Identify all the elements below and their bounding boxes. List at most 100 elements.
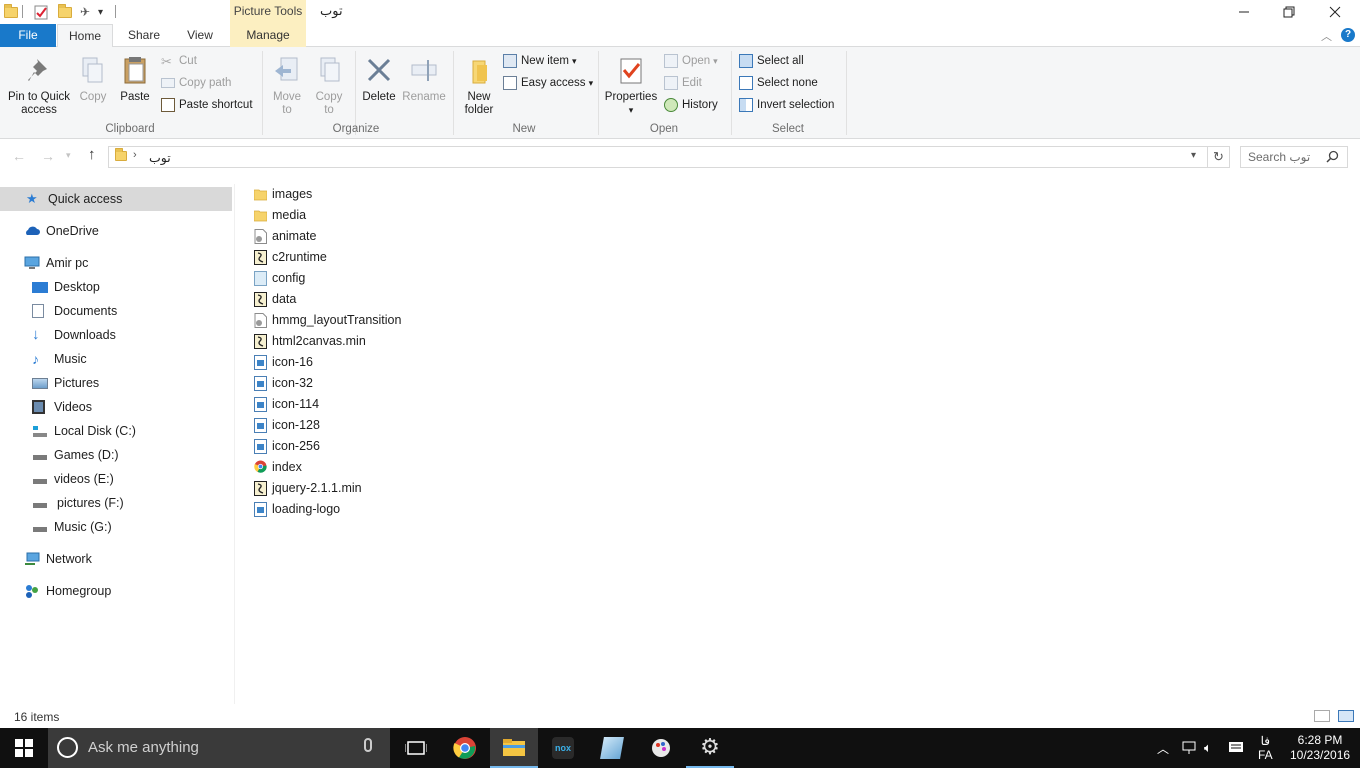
nav-videos[interactable]: Videos bbox=[0, 395, 232, 419]
new-item-button[interactable]: New item ▾ bbox=[503, 51, 576, 71]
nav-homegroup[interactable]: Homegroup bbox=[0, 579, 232, 603]
details-view-icon[interactable] bbox=[1314, 710, 1330, 722]
file-item[interactable]: c2runtime bbox=[254, 247, 327, 267]
minimize-button[interactable] bbox=[1221, 0, 1267, 24]
network-tray-icon[interactable] bbox=[1181, 728, 1197, 768]
breadcrumb-chevron-icon[interactable]: › bbox=[133, 149, 137, 161]
new-folder-quick-icon[interactable] bbox=[58, 3, 72, 20]
paste-button[interactable]: Paste bbox=[118, 55, 152, 104]
microphone-icon[interactable] bbox=[364, 738, 372, 752]
file-item[interactable]: icon-16 bbox=[254, 352, 313, 372]
nav-this-pc[interactable]: Amir pc bbox=[0, 251, 232, 275]
file-item[interactable]: loading-logo bbox=[254, 499, 340, 519]
nav-music-g[interactable]: Music (G:) bbox=[0, 515, 232, 539]
refresh-icon[interactable]: ↻ bbox=[1208, 146, 1230, 168]
file-item[interactable]: icon-128 bbox=[254, 415, 320, 435]
file-item[interactable]: hmmg_layoutTransition bbox=[254, 310, 401, 330]
nav-videos-e[interactable]: videos (E:) bbox=[0, 467, 232, 491]
address-bar[interactable]: › توب ▾ bbox=[108, 146, 1208, 168]
file-item[interactable]: config bbox=[254, 268, 305, 288]
nav-games-d[interactable]: Games (D:) bbox=[0, 443, 232, 467]
invert-selection-button[interactable]: Invert selection bbox=[739, 95, 834, 115]
nav-music[interactable]: ♪ Music bbox=[0, 347, 232, 371]
nav-network[interactable]: Network bbox=[0, 547, 232, 571]
delete-button[interactable]: Delete bbox=[360, 55, 398, 104]
nav-quick-access[interactable]: ★ Quick access bbox=[0, 187, 232, 211]
file-item[interactable]: icon-32 bbox=[254, 373, 313, 393]
file-item[interactable]: data bbox=[254, 289, 296, 309]
input-language[interactable]: فا FA bbox=[1258, 728, 1273, 768]
collapse-ribbon-icon[interactable]: ︿ bbox=[1321, 28, 1332, 44]
file-item[interactable]: media bbox=[253, 205, 306, 225]
select-all-button[interactable]: Select all bbox=[739, 51, 804, 71]
task-view-button[interactable] bbox=[392, 728, 440, 768]
history-button[interactable]: History bbox=[664, 95, 718, 115]
paste-shortcut-button[interactable]: Paste shortcut bbox=[161, 95, 253, 115]
properties-quick-icon[interactable] bbox=[34, 4, 48, 20]
tab-share[interactable]: Share bbox=[116, 24, 172, 47]
clock[interactable]: 6:28 PM 10/23/2016 bbox=[1290, 728, 1350, 768]
cut-button[interactable]: ✂ Cut bbox=[161, 51, 197, 71]
action-center-icon[interactable] bbox=[1228, 728, 1244, 768]
speaker-icon: 🔈︎ bbox=[1204, 740, 1212, 755]
file-name: config bbox=[272, 271, 306, 285]
pane-splitter[interactable] bbox=[234, 184, 235, 704]
nav-local-disk-c[interactable]: Local Disk (C:) bbox=[0, 419, 232, 443]
pin-to-quick-access-button[interactable]: Pin to Quick access bbox=[4, 55, 74, 117]
chrome-taskbar-button[interactable] bbox=[441, 728, 489, 768]
nav-onedrive[interactable]: OneDrive bbox=[0, 219, 232, 243]
nav-pictures-f[interactable]: pictures (F:) bbox=[0, 491, 232, 515]
file-item[interactable]: index bbox=[254, 457, 302, 477]
open-button[interactable]: Open ▾ bbox=[664, 51, 718, 71]
up-arrow-icon[interactable]: ↑ bbox=[88, 146, 96, 163]
file-item[interactable]: images bbox=[253, 184, 312, 204]
nav-desktop[interactable]: Desktop bbox=[0, 275, 232, 299]
volume-tray-icon[interactable]: 🔈︎ bbox=[1204, 728, 1212, 768]
new-folder-button[interactable]: New folder bbox=[458, 55, 500, 117]
tab-view[interactable]: View bbox=[172, 24, 228, 47]
rename-button[interactable]: Rename bbox=[402, 55, 446, 104]
search-icon[interactable] bbox=[1326, 150, 1339, 166]
copy-button[interactable]: Copy bbox=[76, 55, 110, 104]
settings-taskbar-button[interactable]: ⚙ bbox=[686, 728, 734, 768]
file-item[interactable]: icon-114 bbox=[254, 394, 319, 414]
app-taskbar-button-2[interactable] bbox=[637, 728, 685, 768]
pin-quick-icon[interactable]: ✈ bbox=[80, 4, 90, 20]
nav-downloads[interactable]: ↓ Downloads bbox=[0, 323, 232, 347]
file-name: index bbox=[272, 460, 302, 474]
start-button[interactable] bbox=[0, 728, 48, 768]
file-explorer-taskbar-button[interactable] bbox=[490, 728, 538, 768]
nav-documents[interactable]: Documents bbox=[0, 299, 232, 323]
recent-locations-icon[interactable]: ▾ bbox=[66, 150, 71, 161]
copy-to-button[interactable]: Copy to bbox=[310, 55, 348, 117]
cortana-search-box[interactable]: Ask me anything bbox=[48, 728, 390, 768]
show-hidden-icons[interactable]: ︿ bbox=[1157, 728, 1169, 768]
help-icon[interactable]: ? bbox=[1341, 28, 1355, 42]
computer-icon bbox=[24, 256, 40, 270]
tab-file[interactable]: File bbox=[0, 24, 56, 47]
forward-arrow-icon[interactable]: → bbox=[41, 148, 55, 164]
easy-access-button[interactable]: Easy access ▾ bbox=[503, 73, 593, 93]
app-taskbar-button-1[interactable] bbox=[588, 728, 636, 768]
select-none-button[interactable]: Select none bbox=[739, 73, 818, 93]
tab-home[interactable]: Home bbox=[57, 24, 113, 48]
file-item[interactable]: animate bbox=[254, 226, 316, 246]
restore-button[interactable] bbox=[1266, 0, 1312, 24]
copy-path-button[interactable]: Copy path bbox=[161, 73, 231, 93]
file-item[interactable]: icon-256 bbox=[254, 436, 320, 456]
close-button[interactable] bbox=[1312, 0, 1358, 24]
breadcrumb-current[interactable]: توب bbox=[149, 150, 171, 165]
tab-manage[interactable]: Manage bbox=[230, 24, 306, 47]
move-to-button[interactable]: Move to bbox=[268, 55, 306, 117]
address-dropdown-icon[interactable]: ▾ bbox=[1191, 150, 1196, 161]
file-item[interactable]: html2canvas.min bbox=[254, 331, 366, 351]
properties-button[interactable]: Properties ▾ bbox=[603, 55, 659, 117]
customize-qat-icon[interactable]: ▾ bbox=[98, 4, 103, 20]
edit-button[interactable]: Edit bbox=[664, 73, 702, 93]
back-arrow-icon[interactable]: ← bbox=[12, 148, 26, 164]
paste-icon bbox=[124, 57, 146, 84]
large-icons-view-icon[interactable] bbox=[1338, 710, 1354, 722]
nav-pictures[interactable]: Pictures bbox=[0, 371, 232, 395]
file-item[interactable]: jquery-2.1.1.min bbox=[254, 478, 362, 498]
nox-taskbar-button[interactable]: nox bbox=[539, 728, 587, 768]
